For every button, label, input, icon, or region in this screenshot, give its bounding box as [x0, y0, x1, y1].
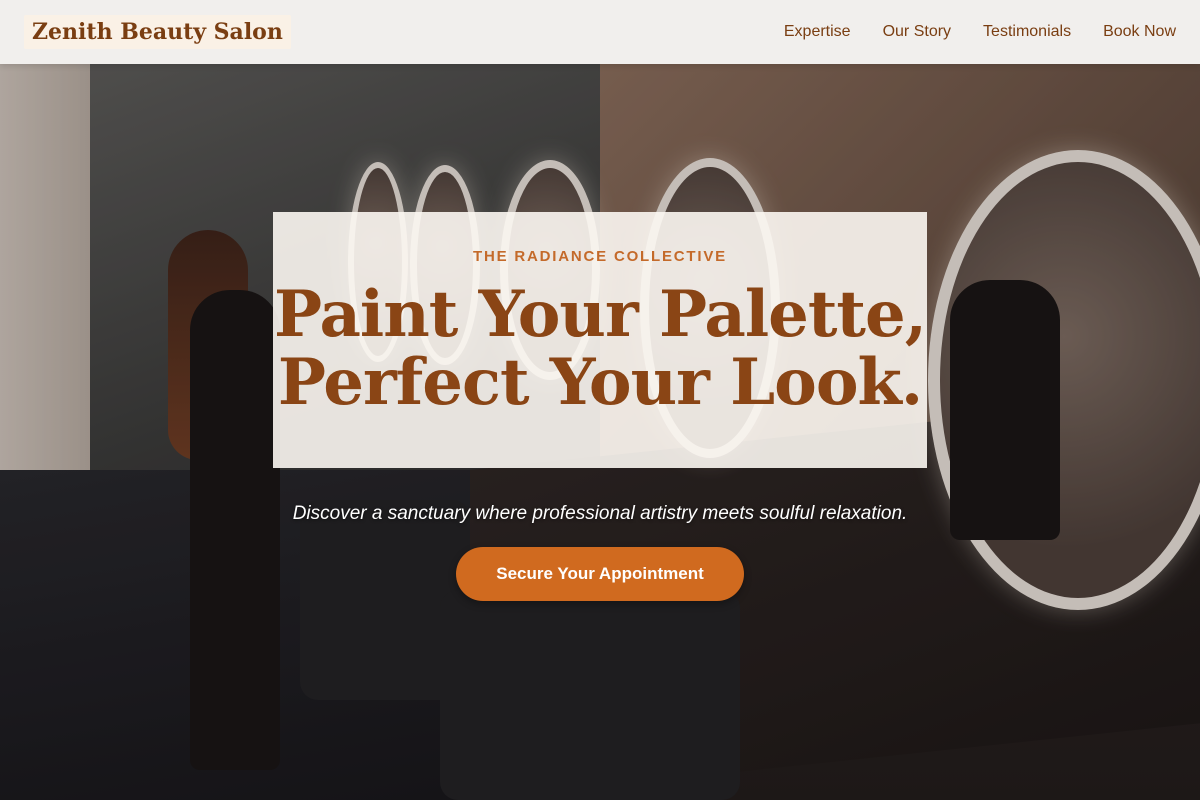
main-nav: Expertise Our Story Testimonials Book No…: [784, 23, 1176, 41]
hero-tagline: Discover a sanctuary where professional …: [292, 503, 908, 524]
hero-headline-line1: Paint Your Palette,: [274, 277, 927, 352]
nav-link-our-story[interactable]: Our Story: [883, 23, 951, 41]
hero-eyebrow: THE RADIANCE COLLECTIVE: [473, 248, 727, 265]
hero-headline: Paint Your Palette, Perfect Your Look.: [273, 281, 927, 417]
nav-link-book-now[interactable]: Book Now: [1103, 23, 1176, 41]
hero-headline-line2: Perfect Your Look.: [277, 345, 923, 420]
nav-link-testimonials[interactable]: Testimonials: [983, 23, 1071, 41]
site-header: Zenith Beauty Salon Expertise Our Story …: [0, 0, 1200, 64]
nav-link-expertise[interactable]: Expertise: [784, 23, 851, 41]
secure-appointment-button[interactable]: Secure Your Appointment: [456, 547, 744, 601]
hero-card: THE RADIANCE COLLECTIVE Paint Your Palet…: [273, 212, 927, 468]
brand-logo[interactable]: Zenith Beauty Salon: [24, 15, 291, 49]
